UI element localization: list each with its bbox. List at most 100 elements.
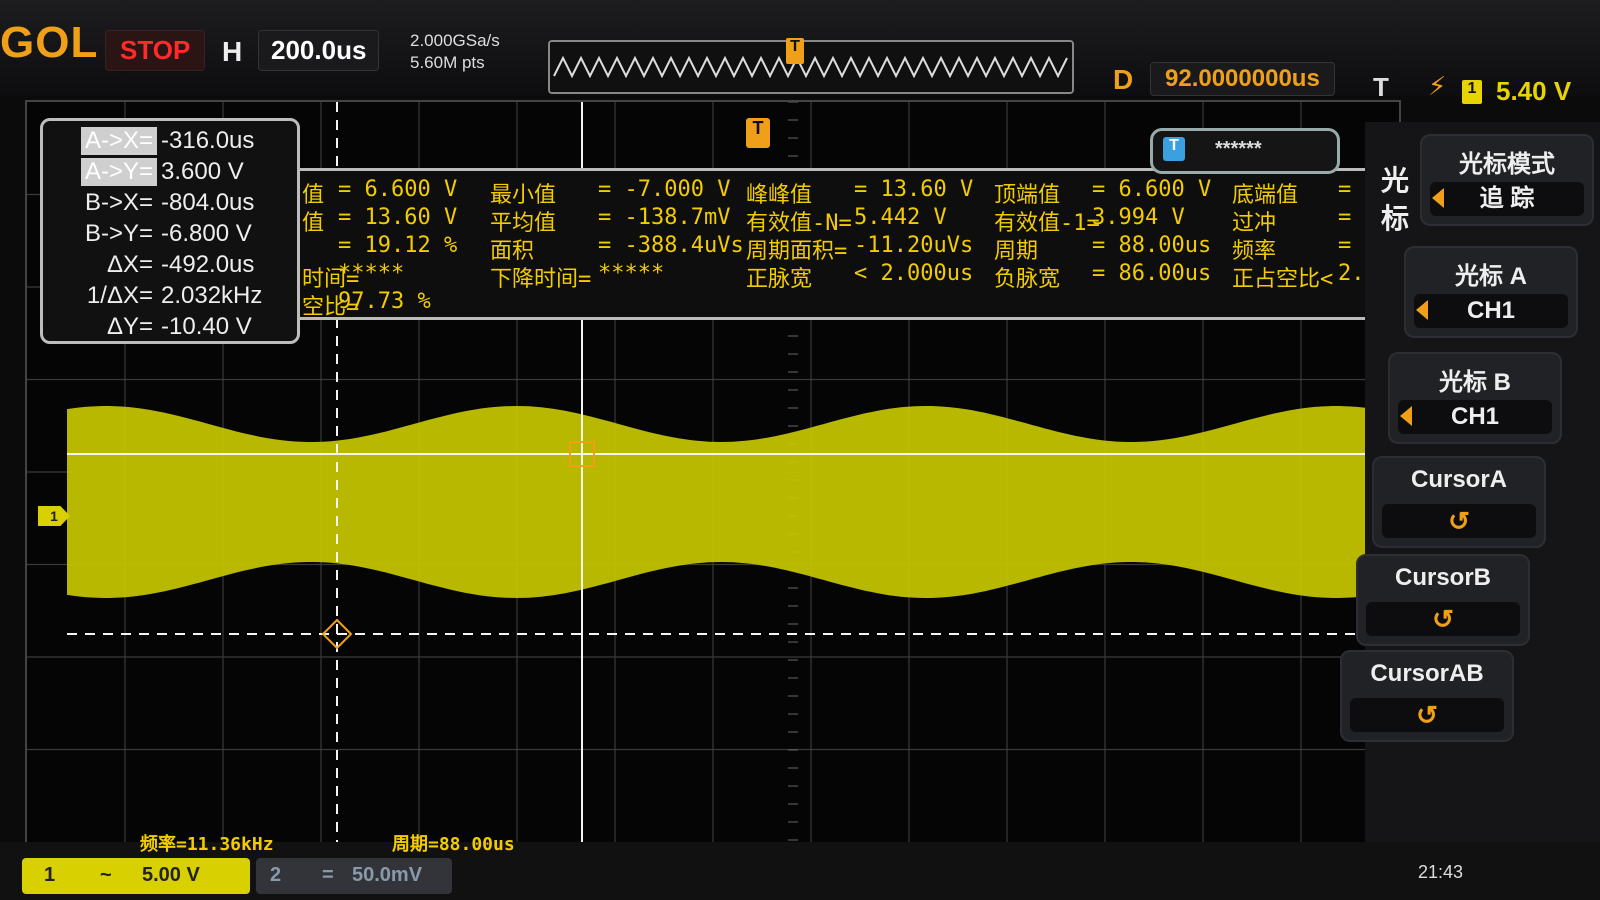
memory-depth: 5.60M pts	[410, 53, 485, 72]
cursor-b-adjust-button[interactable]: CursorB ↺	[1356, 554, 1530, 646]
cursor-mode-button[interactable]: 光标模式 追 踪	[1420, 134, 1594, 226]
cursor-readout-row: ΔX= -492.0us	[51, 249, 289, 280]
cursor-readout-value: 2.032kHz	[161, 281, 263, 309]
measurement-cell: 正脉宽	[746, 267, 813, 292]
clock: 21:43	[1418, 862, 1464, 882]
ch2-number: 2	[270, 864, 282, 886]
cursor-readout-value: -6.800 V	[161, 219, 252, 247]
cursor-b-adjust-label: CursorB	[1394, 564, 1491, 591]
delay-label: D	[1113, 64, 1134, 95]
memory-waveform-preview	[550, 42, 1072, 92]
measurement-cell: *****	[338, 261, 405, 286]
cursor-readout-panel: A->X= -316.0us A->Y= 3.600 V B->X= -804.0us B-…	[40, 118, 300, 344]
measurement-cell: = -388.4uVs	[598, 233, 744, 258]
measurement-cell: 3.994 V	[1092, 205, 1185, 230]
measurement-cell: = 13.60 V	[854, 177, 974, 202]
measurement-cell: 负脉宽	[994, 267, 1061, 292]
trigger-status-icon: T	[1163, 137, 1185, 161]
cursor-readout-row: A->X= -316.0us	[51, 125, 289, 156]
knob-icon: ↺	[1366, 602, 1520, 636]
cursor-readout-row: B->X= -804.0us	[51, 187, 289, 218]
measurement-cell: = 88.00us	[1092, 233, 1212, 258]
cursor-b-source: CH1	[1398, 400, 1552, 434]
sample-rate: 2.000GSa/s	[410, 31, 500, 50]
ch1-status-box[interactable]: 1 ~ 5.00 V	[22, 858, 250, 894]
trigger-status-text: ******	[1215, 138, 1262, 160]
ch1-scale: 5.00 V	[142, 864, 200, 886]
select-arrow-icon	[1400, 406, 1412, 426]
cursor-readout-key: ΔX=	[106, 250, 153, 278]
ch1-waveform-envelope	[67, 406, 1399, 598]
ch2-coupling-icon: =	[322, 864, 334, 886]
measurement-cell: = 86.00us	[1092, 261, 1212, 286]
cursor-readout-key: 1/ΔX=	[86, 281, 153, 309]
cursor-readout-row: ΔY= -10.40 V	[51, 311, 289, 342]
cursor-readout-key: B->X=	[84, 188, 153, 216]
trigger-status-box[interactable]: T ******	[1150, 128, 1340, 174]
measurement-cell: 值	[302, 211, 325, 236]
cursor-readout-value: -804.0us	[161, 188, 255, 216]
period-counter: 周期=88.00us	[392, 834, 515, 855]
cursor-mode-value: 追 踪	[1430, 182, 1584, 216]
delay-value[interactable]: 92.0000000us	[1150, 62, 1335, 96]
measurement-cell: = 13.60 V	[338, 205, 458, 230]
measurement-cell: = 19.12 %	[338, 233, 458, 258]
run-stop-indicator[interactable]: STOP	[105, 30, 206, 71]
measurement-cell: 2.	[1338, 261, 1365, 286]
cursor-ab-adjust-label: CursorAB	[1370, 660, 1484, 687]
trigger-position-icon: T	[786, 38, 804, 64]
cursor-readout-value: -316.0us	[161, 126, 255, 154]
memory-overview-bar[interactable]	[548, 40, 1074, 94]
measurement-cell: *****	[598, 261, 665, 286]
measurement-cell: 97.73 %	[338, 289, 431, 314]
trigger-label: T	[1373, 72, 1389, 102]
measurement-cell: < 2.000us	[854, 261, 974, 286]
ch1-number: 1	[44, 864, 56, 886]
knob-icon: ↺	[1350, 698, 1504, 732]
cursor-readout-key: ΔY=	[106, 312, 153, 340]
ch1-coupling-icon: ~	[100, 864, 112, 886]
measurement-cell: 正占空比<	[1232, 267, 1334, 292]
measurement-cell: = -7.000 V	[598, 177, 731, 202]
measurement-cell: = 6.600 V	[1092, 177, 1212, 202]
timebase-value[interactable]: 200.0us	[258, 30, 380, 71]
measurement-cell: -11.20uVs	[854, 233, 974, 258]
cursor-ab-adjust-button[interactable]: CursorAB ↺	[1340, 650, 1514, 742]
cursor-readout-row: 1/ΔX= 2.032kHz	[51, 280, 289, 311]
cursor-mode-title: 光标模式	[1459, 151, 1555, 178]
measurement-cell: = -138.7mV	[598, 205, 731, 230]
trigger-level[interactable]: 5.40 V	[1496, 76, 1571, 107]
trigger-position-marker[interactable]: T	[746, 118, 770, 148]
cursor-readout-row: B->Y= -6.800 V	[51, 218, 289, 249]
cursor-a-source: CH1	[1414, 294, 1568, 328]
cursor-readout-key: A->Y=	[80, 157, 157, 186]
cursor-a-adjust-button[interactable]: CursorA ↺	[1372, 456, 1546, 548]
cursor-readout-value: -10.40 V	[161, 312, 252, 340]
cursor-readout-key: B->Y=	[84, 219, 153, 247]
measurement-cell: = 6.600 V	[338, 177, 458, 202]
cursor-a-title: 光标 A	[1455, 263, 1527, 290]
trigger-source-badge: 1	[1462, 80, 1482, 104]
horizontal-label: H	[222, 36, 243, 67]
brand-logo: GOL	[0, 18, 99, 67]
cursor-b-title: 光标 B	[1439, 369, 1511, 396]
measurement-cell: 下降时间=	[490, 267, 592, 292]
ch2-status-box[interactable]: 2 = 50.0mV	[256, 858, 452, 894]
trigger-edge-icon: ⚡	[1428, 72, 1447, 102]
measurement-panel: 值 = 6.600 V 最小值 = -7.000 V 峰峰值 = 13.60 V 顶端值 = …	[296, 168, 1390, 320]
cursor-readout-rows: A->X= -316.0us A->Y= 3.600 V B->X= -804.0us B-…	[51, 125, 289, 342]
cursor-a-source-button[interactable]: 光标 A CH1	[1404, 246, 1578, 338]
cursor-readout-row: A->Y= 3.600 V	[51, 156, 289, 187]
cursor-readout-value: -492.0us	[161, 250, 255, 278]
cursor-readout-key: A->X=	[80, 126, 157, 155]
cursor-readout-value: 3.600 V	[161, 157, 244, 185]
cursor-a-adjust-label: CursorA	[1410, 466, 1507, 493]
select-arrow-icon	[1416, 300, 1428, 320]
ch2-scale: 50.0mV	[352, 864, 423, 886]
knob-icon: ↺	[1382, 504, 1536, 538]
sample-info: 2.000GSa/s 5.60M pts	[410, 30, 500, 74]
measurement-cell: 5.442 V	[854, 205, 947, 230]
select-arrow-icon	[1432, 188, 1444, 208]
frequency-counter: 频率=11.36kHz	[140, 834, 274, 855]
cursor-b-source-button[interactable]: 光标 B CH1	[1388, 352, 1562, 444]
